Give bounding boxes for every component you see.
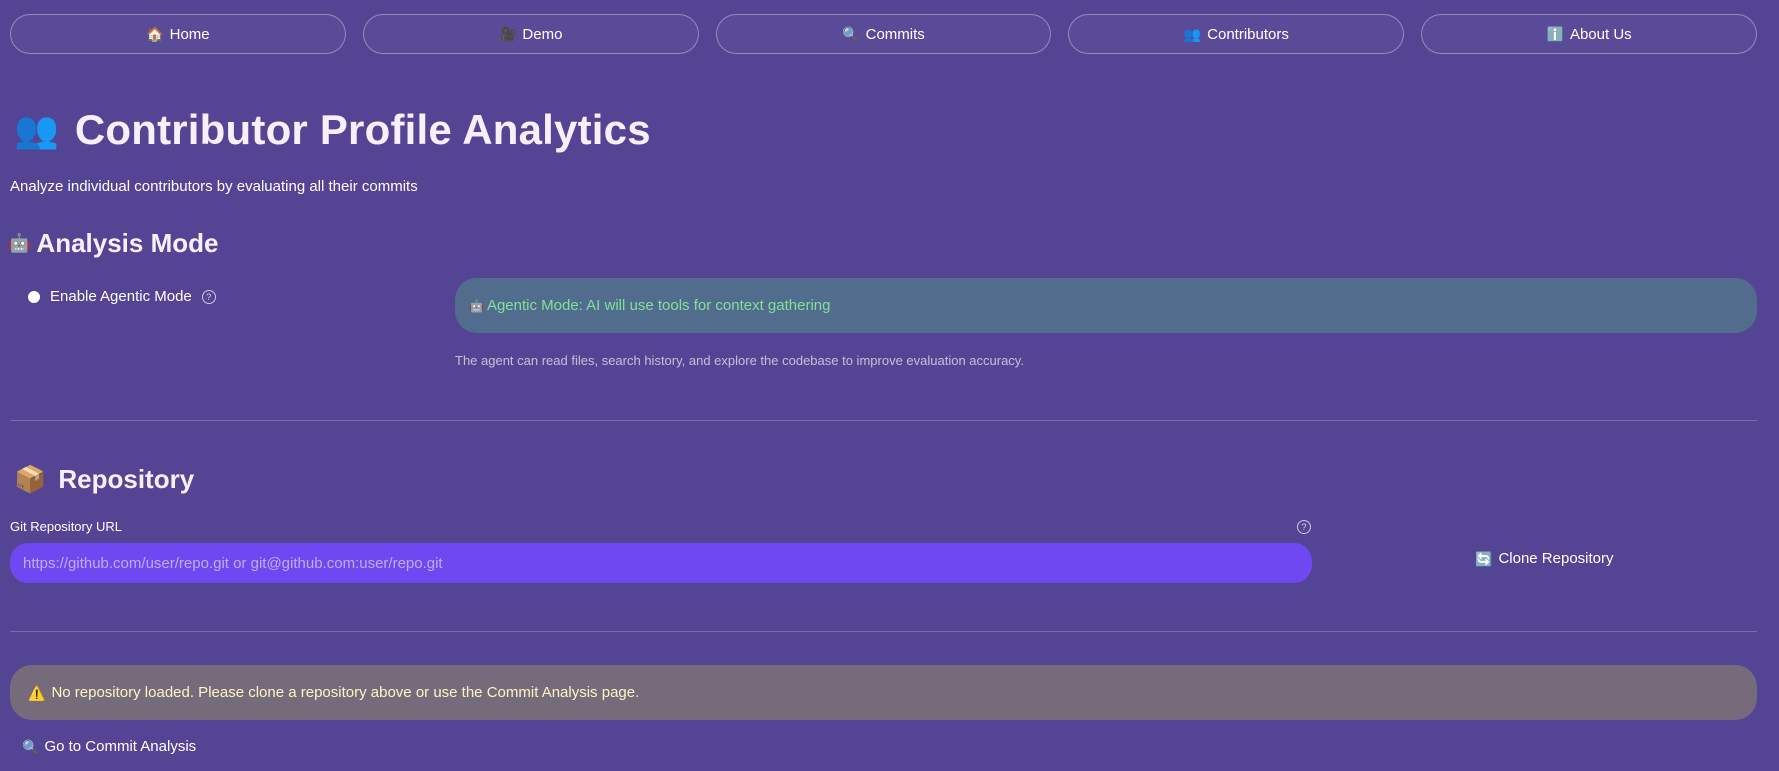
analysis-mode-title: Analysis Mode xyxy=(36,228,219,258)
page-header: 👥 Contributor Profile Analytics xyxy=(14,106,651,154)
refresh-icon: 🔄 xyxy=(1475,550,1493,567)
commit-analysis-label: Go to Commit Analysis xyxy=(44,738,197,755)
people-icon: 👥 xyxy=(1183,26,1202,42)
nav-home-label: Home xyxy=(169,25,210,43)
agentic-mode-info-text: Agentic Mode: AI will use tools for cont… xyxy=(486,297,831,314)
divider xyxy=(10,420,1757,421)
nav-about-label: About Us xyxy=(1569,25,1632,43)
repository-title: Repository xyxy=(58,464,195,494)
contributors-page: 🏠 Home 🎥 Demo 🔍 Commits 👥 Contributors ℹ… xyxy=(0,0,1779,771)
nav-demo-label: Demo xyxy=(522,25,563,43)
nav-contributors-label: Contributors xyxy=(1207,25,1289,43)
top-nav: 🏠 Home 🎥 Demo 🔍 Commits 👥 Contributors ℹ… xyxy=(10,14,1757,54)
nav-about-button[interactable]: ℹ️ About Us xyxy=(1421,14,1757,54)
nav-commits-button[interactable]: 🔍 Commits xyxy=(715,14,1052,54)
help-icon[interactable]: ? xyxy=(201,289,216,304)
repo-url-label: Git Repository URL xyxy=(10,519,122,534)
people-icon: 👥 xyxy=(14,109,59,150)
magnifier-icon: 🔍 xyxy=(22,738,40,755)
warning-icon: ⚠️ xyxy=(28,684,46,701)
no-repo-warning: ⚠️ No repository loaded. Please clone a … xyxy=(10,665,1757,720)
analysis-mode-heading: 🤖 Analysis Mode xyxy=(8,228,218,259)
help-icon[interactable]: ? xyxy=(1297,520,1311,534)
magnifier-icon: 🔍 xyxy=(842,26,860,42)
repository-heading: 📦 Repository xyxy=(14,464,194,495)
clone-repository-label: Clone Repository xyxy=(1498,550,1614,567)
nav-commits-label: Commits xyxy=(865,25,925,43)
nav-demo-button[interactable]: 🎥 Demo xyxy=(362,14,699,54)
page-title: Contributor Profile Analytics xyxy=(74,106,651,153)
nav-contributors-button[interactable]: 👥 Contributors xyxy=(1068,14,1405,54)
agentic-mode-caption: The agent can read files, search history… xyxy=(455,353,1024,368)
nav-home-button[interactable]: 🏠 Home xyxy=(10,14,346,54)
repo-url-input[interactable] xyxy=(10,543,1312,583)
home-icon: 🏠 xyxy=(146,26,164,42)
robot-icon: 🤖 xyxy=(8,233,31,253)
go-to-commit-analysis-link[interactable]: 🔍 Go to Commit Analysis xyxy=(22,738,196,755)
agentic-mode-toggle[interactable]: Enable Agentic Mode ? xyxy=(28,288,216,305)
toggle-knob[interactable] xyxy=(28,290,40,303)
agentic-mode-label: Enable Agentic Mode xyxy=(50,288,192,305)
agentic-mode-info-box: 🤖 Agentic Mode: AI will use tools for co… xyxy=(455,278,1757,333)
package-icon: 📦 xyxy=(14,464,47,494)
robot-icon: 🤖 xyxy=(469,298,484,313)
warning-text: No repository loaded. Please clone a rep… xyxy=(51,684,640,701)
video-camera-icon: 🎥 xyxy=(498,26,517,42)
clone-repository-button[interactable]: 🔄 Clone Repository xyxy=(1475,550,1614,567)
info-icon: ℹ️ xyxy=(1546,26,1564,42)
divider xyxy=(10,631,1757,632)
page-subtitle: Analyze individual contributors by evalu… xyxy=(10,178,418,195)
